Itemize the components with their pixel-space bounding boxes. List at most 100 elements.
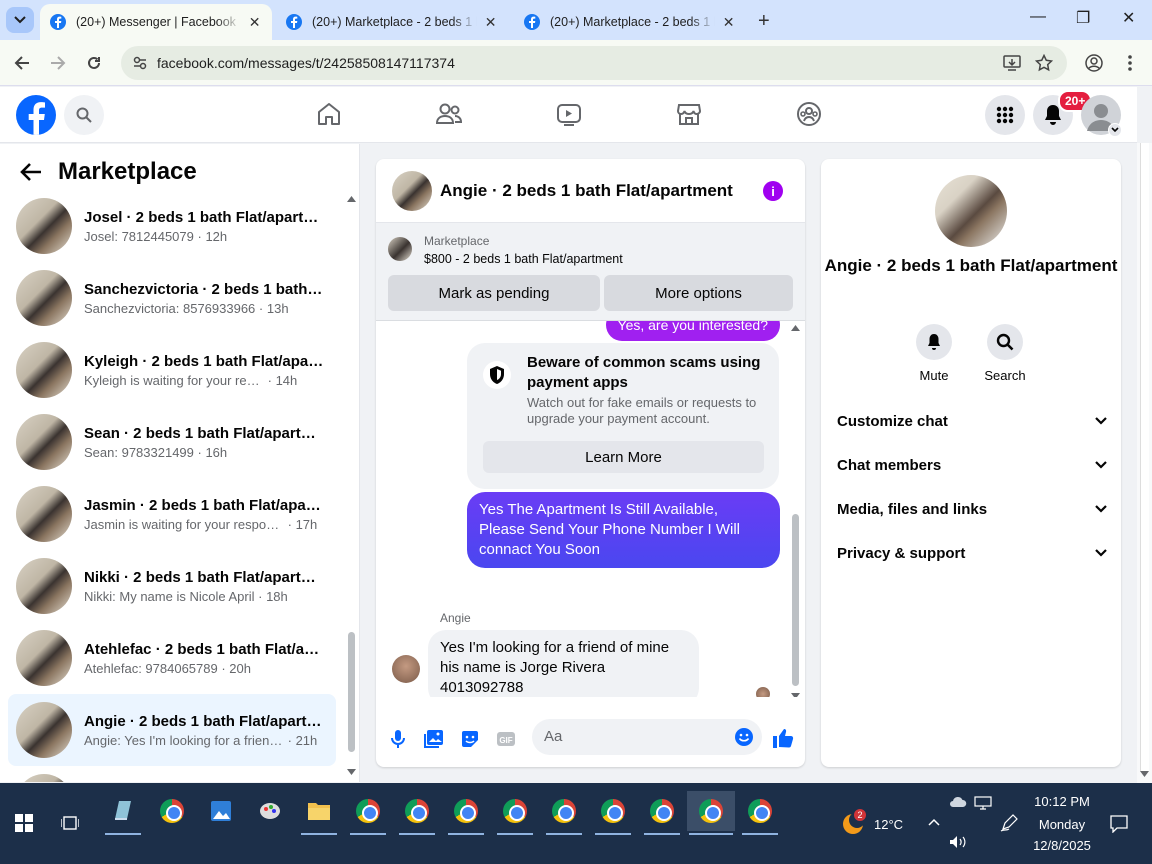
network-icon[interactable] — [974, 796, 992, 810]
conversation-item[interactable]: Atehlefac · 2 beds 1 bath Flat/apartment… — [8, 622, 336, 694]
taskbar-chrome-profile-6[interactable] — [593, 791, 633, 835]
menu-grid-button[interactable] — [985, 95, 1025, 135]
close-tab-icon[interactable]: ✕ — [721, 14, 736, 31]
install-app-icon[interactable] — [1003, 55, 1021, 71]
chrome-icon — [454, 799, 478, 823]
microphone-icon[interactable] — [388, 729, 408, 749]
page-scrollbar-thumb[interactable] — [1140, 143, 1149, 771]
chevron-up-icon[interactable] — [928, 818, 940, 826]
facebook-logo-icon[interactable] — [16, 95, 56, 135]
groups-nav-icon[interactable] — [794, 99, 824, 129]
taskbar-chrome-profile-3[interactable] — [446, 791, 486, 835]
marketplace-nav-icon[interactable] — [674, 99, 704, 129]
account-chevron-icon[interactable] — [1108, 123, 1122, 137]
forward-icon[interactable] — [47, 52, 69, 74]
scroll-up-icon[interactable] — [791, 325, 800, 331]
taskbar-chrome-profile-4[interactable] — [495, 791, 535, 835]
search-button[interactable] — [64, 95, 104, 135]
conversation-item[interactable] — [8, 766, 336, 782]
sender-avatar[interactable] — [392, 655, 420, 683]
mark-as-pending-button[interactable]: Mark as pending — [388, 275, 600, 311]
back-arrow-icon[interactable] — [20, 162, 42, 182]
new-tab-icon[interactable]: + — [758, 10, 770, 33]
sticker-icon[interactable] — [460, 729, 480, 749]
profile-avatar[interactable] — [935, 175, 1007, 247]
tab-messenger[interactable]: (20+) Messenger | Facebook ✕ — [40, 4, 272, 40]
bookmark-star-icon[interactable] — [1035, 54, 1053, 72]
taskbar-app-notes[interactable] — [103, 791, 143, 835]
conversation-item[interactable]: Sanchezvictoria · 2 beds 1 bath Flat/apa… — [8, 262, 336, 334]
emoji-icon[interactable] — [734, 727, 754, 747]
volume-icon[interactable] — [949, 835, 967, 849]
onedrive-icon[interactable] — [949, 796, 967, 808]
chat-avatar[interactable] — [392, 170, 432, 211]
clock[interactable]: 10:12 PM Monday 12/8/2025 — [1024, 794, 1100, 853]
site-settings-icon[interactable] — [133, 56, 147, 70]
friends-nav-icon[interactable] — [434, 99, 464, 129]
taskbar-chrome-profile-active[interactable] — [687, 791, 735, 835]
home-nav-icon[interactable] — [314, 99, 344, 129]
profile-icon[interactable] — [1085, 54, 1103, 72]
tab-title: (20+) Marketplace - 2 beds 1 bath — [550, 15, 715, 29]
omnibox[interactable]: facebook.com/messages/t/2425850814711737… — [121, 46, 1067, 80]
scroll-up-icon[interactable] — [347, 196, 356, 202]
more-options-button[interactable]: More options — [604, 275, 793, 311]
chat-title[interactable]: Angie · 2 beds 1 bath Flat/apartment — [440, 181, 733, 201]
conversation-item[interactable]: Jasmin · 2 beds 1 bath Flat/apartment Jas… — [8, 478, 336, 550]
taskbar-chrome-profile-5[interactable] — [544, 791, 584, 835]
taskbar-chrome-profile-1[interactable] — [348, 791, 388, 835]
close-window-icon[interactable]: ✕ — [1122, 8, 1135, 28]
thumbs-up-icon[interactable] — [772, 727, 794, 749]
chat-scrollbar-thumb[interactable] — [792, 514, 799, 686]
conversation-item[interactable]: Sean · 2 beds 1 bath Flat/apartment Sean:… — [8, 406, 336, 478]
conversation-item[interactable]: Nikki · 2 beds 1 bath Flat/apartment Nikk… — [8, 550, 336, 622]
mute-action[interactable]: Mute — [904, 324, 964, 383]
photo-icon[interactable] — [424, 729, 444, 749]
tab-marketplace-2[interactable]: (20+) Marketplace - 2 beds 1 bath ✕ — [514, 4, 746, 40]
scroll-down-icon[interactable] — [347, 769, 356, 775]
taskbar-chrome-profile-2[interactable] — [397, 791, 437, 835]
message-input[interactable]: Aa — [532, 719, 762, 755]
browser-menu-icon[interactable] — [1127, 54, 1133, 72]
folder-icon — [308, 803, 330, 820]
learn-more-button[interactable]: Learn More — [483, 441, 764, 473]
tab-marketplace-1[interactable]: (20+) Marketplace - 2 beds 1 bath ✕ — [276, 4, 508, 40]
weather-widget[interactable]: 2 12°C — [842, 809, 908, 837]
close-tab-icon[interactable]: ✕ — [483, 14, 498, 31]
task-view-button[interactable] — [50, 803, 90, 843]
reload-icon[interactable] — [83, 52, 105, 74]
minimize-icon[interactable]: — — [1030, 8, 1046, 26]
taskbar-chrome-profile-9[interactable] — [740, 791, 780, 835]
close-tab-icon[interactable]: ✕ — [247, 14, 262, 31]
notification-center-icon[interactable] — [1110, 815, 1128, 833]
restore-icon[interactable]: ❐ — [1076, 8, 1090, 28]
info-icon[interactable]: i — [763, 181, 783, 201]
search-action[interactable]: Search — [975, 324, 1035, 383]
conversation-item[interactable]: Josel · 2 beds 1 bath Flat/apartment Jose… — [8, 190, 336, 262]
taskbar-app-photos[interactable] — [201, 791, 241, 831]
back-icon[interactable] — [11, 52, 33, 74]
conversation-item-selected[interactable]: Angie · 2 beds 1 bath Flat/apartment Angi… — [8, 694, 336, 766]
seen-indicator-avatar — [756, 687, 770, 697]
start-button[interactable] — [4, 803, 44, 843]
watch-nav-icon[interactable] — [554, 99, 584, 129]
listing-title[interactable]: $800 - 2 beds 1 bath Flat/apartment — [424, 252, 623, 266]
media-files-links-row[interactable]: Media, files and links — [837, 497, 1107, 521]
taskbar-file-explorer[interactable] — [299, 791, 339, 835]
scroll-down-icon[interactable] — [791, 693, 800, 697]
customize-chat-row[interactable]: Customize chat — [837, 409, 1107, 433]
taskbar-app-paint[interactable] — [250, 791, 290, 831]
conversation-item[interactable]: Kyleigh · 2 beds 1 bath Flat/apartment Ky… — [8, 334, 336, 406]
panel-header: Marketplace — [20, 158, 197, 186]
chat-members-row[interactable]: Chat members — [837, 453, 1107, 477]
page-scrollbar[interactable] — [1137, 143, 1152, 783]
gif-icon[interactable]: GIF — [496, 729, 516, 749]
tab-search-button[interactable] — [6, 7, 34, 33]
list-scrollbar-thumb[interactable] — [348, 632, 355, 752]
taskbar-chrome[interactable] — [152, 791, 192, 831]
privacy-support-row[interactable]: Privacy & support — [837, 541, 1107, 565]
pen-icon[interactable] — [1000, 814, 1018, 832]
taskbar-chrome-profile-7[interactable] — [642, 791, 682, 835]
conversation-name: Sanchezvictoria · 2 beds 1 bath Flat/apa… — [84, 280, 324, 298]
scroll-down-icon[interactable] — [1140, 771, 1149, 777]
